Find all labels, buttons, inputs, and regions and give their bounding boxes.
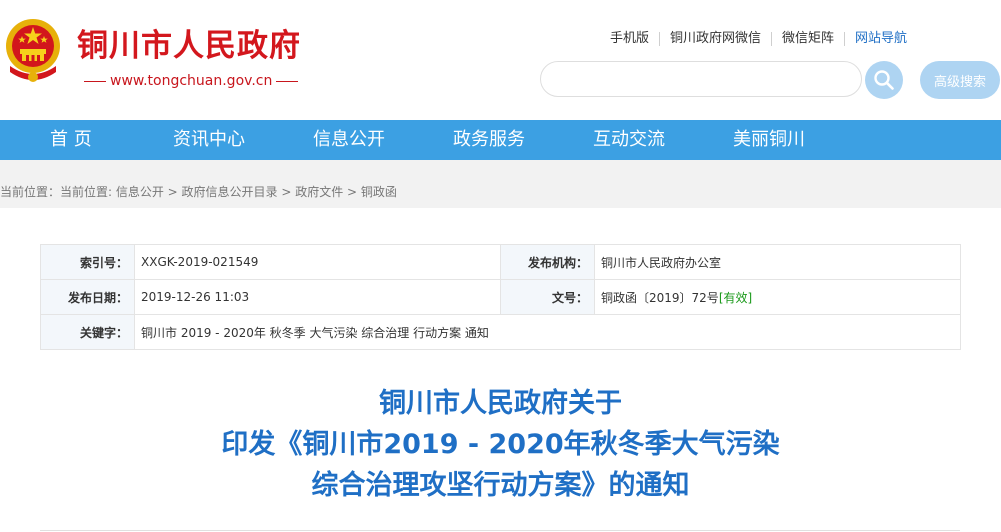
top-links: 手机版 铜川政府网微信 微信矩阵 网站导航 — [600, 30, 917, 48]
url-right-rule — [276, 80, 299, 82]
url-left-rule — [84, 80, 106, 82]
issuer-label: 发布机构： — [500, 244, 595, 280]
table-row: 关键字： 铜川市 2019 - 2020年 秋冬季 大气污染 综合治理 行动方案… — [40, 314, 961, 350]
search-input[interactable] — [540, 61, 862, 97]
search-icon — [874, 70, 894, 90]
site-url-text[interactable]: www.tongchuan.gov.cn — [110, 73, 272, 89]
nav-item-info-disclosure[interactable]: 信息公开 — [313, 120, 385, 160]
mobile-version-link[interactable]: 手机版 — [600, 32, 659, 46]
document-number-cell: 铜政函〔2019〕72号[有效] — [594, 279, 961, 315]
breadcrumb[interactable]: 当前位置：当前位置: 信息公开 > 政府信息公开目录 > 政府文件 > 铜政函 — [0, 184, 397, 200]
advanced-search-button[interactable]: 高级搜索 — [920, 61, 1000, 99]
document-title-line-1: 铜川市人民政府关于 — [379, 388, 622, 419]
site-navigation-link[interactable]: 网站导航 — [844, 32, 917, 46]
wechat-matrix-link[interactable]: 微信矩阵 — [771, 32, 844, 46]
nav-item-news[interactable]: 资讯中心 — [173, 120, 245, 160]
article-panel: 索引号： XXGK-2019-021549 发布机构： 铜川市人民政府办公室 发… — [0, 208, 1001, 532]
document-number-value: 铜政函〔2019〕72号 — [601, 290, 719, 305]
search-button[interactable] — [865, 61, 903, 99]
publish-date-value: 2019-12-26 11:03 — [134, 279, 501, 315]
wechat-link[interactable]: 铜川政府网微信 — [659, 32, 771, 46]
table-row: 发布日期： 2019-12-26 11:03 文号： 铜政函〔2019〕72号[… — [40, 279, 961, 315]
keywords-value: 铜川市 2019 - 2020年 秋冬季 大气污染 综合治理 行动方案 通知 — [134, 314, 961, 350]
index-number-value: XXGK-2019-021549 — [134, 244, 501, 280]
document-number-label: 文号： — [500, 279, 595, 315]
divider — [40, 530, 960, 531]
nav-item-interaction[interactable]: 互动交流 — [593, 120, 665, 160]
document-meta-table: 索引号： XXGK-2019-021549 发布机构： 铜川市人民政府办公室 发… — [40, 244, 961, 350]
document-title-line-2: 印发《铜川市2019 - 2020年秋冬季大气污染 — [221, 429, 780, 460]
keywords-label: 关键字： — [40, 314, 135, 350]
document-title: 铜川市人民政府关于 印发《铜川市2019 - 2020年秋冬季大气污染 综合治理… — [0, 383, 1001, 506]
issuer-value: 铜川市人民政府办公室 — [594, 244, 961, 280]
index-number-label: 索引号： — [40, 244, 135, 280]
publish-date-label: 发布日期： — [40, 279, 135, 315]
site-name[interactable]: 铜川市人民政府 — [77, 28, 301, 64]
table-row: 索引号： XXGK-2019-021549 发布机构： 铜川市人民政府办公室 — [40, 244, 961, 280]
site-header: 铜川市人民政府 www.tongchuan.gov.cn 手机版 铜川政府网微信… — [0, 0, 1001, 120]
nav-item-home[interactable]: 首 页 — [50, 120, 92, 160]
site-url: www.tongchuan.gov.cn — [80, 72, 302, 90]
nav-item-government-services[interactable]: 政务服务 — [453, 120, 525, 160]
main-nav: 首 页 资讯中心 信息公开 政务服务 互动交流 美丽铜川 — [0, 120, 1001, 160]
document-title-line-3: 综合治理攻坚行动方案》的通知 — [311, 470, 690, 501]
national-emblem-icon — [6, 19, 60, 82]
nav-item-beautiful-tongchuan[interactable]: 美丽铜川 — [733, 120, 805, 160]
status-badge: [有效] — [718, 290, 753, 305]
